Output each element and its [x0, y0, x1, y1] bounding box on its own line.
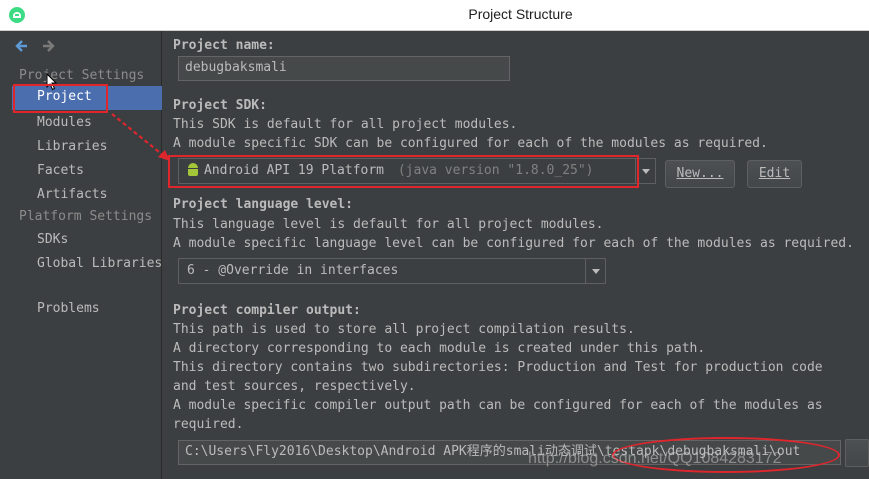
main-panel: Project name: debugbaksmali Project SDK:… [163, 31, 869, 479]
compiler-output-desc-4: and test sources, respectively. [173, 379, 416, 394]
compiler-output-label: Project compiler output: [173, 303, 361, 318]
new-sdk-button[interactable]: New... [665, 160, 735, 188]
sidebar-item-libraries[interactable]: Libraries [37, 139, 107, 154]
sidebar-item-sdks[interactable]: SDKs [37, 232, 68, 247]
language-level-desc-1: This language level is default for all p… [173, 217, 604, 232]
watermark: http://blog.csdn.net/QQ1084283172 [528, 450, 782, 467]
annotation-project-box [13, 84, 108, 113]
project-sdk-label: Project SDK: [173, 98, 267, 113]
language-level-desc-2: A module specific language level can be … [173, 236, 854, 251]
compiler-output-desc-5: A module specific compiler output path c… [173, 398, 823, 413]
compiler-output-desc-6: required. [173, 417, 244, 432]
back-arrow-icon[interactable] [15, 39, 29, 53]
sidebar-item-facets[interactable]: Facets [37, 163, 84, 178]
window-title: Project Structure [468, 6, 573, 22]
sidebar-item-problems[interactable]: Problems [37, 301, 100, 316]
compiler-output-desc-3: This directory contains two subdirectori… [173, 360, 823, 375]
compiler-output-desc-1: This path is used to store all project c… [173, 322, 635, 337]
language-level-select[interactable]: 6 - @Override in interfaces [178, 258, 606, 284]
platform-settings-header: Platform Settings [19, 209, 153, 224]
edit-sdk-button-label: Edit [758, 166, 791, 181]
annotation-arrow [111, 113, 170, 161]
forward-arrow-icon[interactable] [41, 39, 55, 53]
project-settings-header: Project Settings [19, 68, 145, 83]
chevron-down-icon[interactable] [585, 259, 605, 283]
title-bar: Project Structure [0, 0, 869, 31]
sidebar-item-global-libraries[interactable]: Global Libraries [37, 256, 162, 271]
sidebar-item-modules[interactable]: Modules [37, 115, 92, 130]
browse-folder-button[interactable] [845, 439, 869, 467]
compiler-output-desc-2: A directory corresponding to each module… [173, 341, 706, 356]
project-sdk-desc-1: This SDK is default for all project modu… [173, 117, 518, 132]
annotation-sdk-box [168, 155, 639, 188]
project-name-field[interactable]: debugbaksmali [178, 56, 510, 81]
language-level-selected-value: 6 - @Override in interfaces [187, 263, 399, 278]
new-sdk-button-label: New... [676, 166, 724, 181]
sidebar-item-artifacts[interactable]: Artifacts [37, 187, 107, 202]
language-level-label: Project language level: [173, 197, 354, 212]
project-sdk-desc-2: A module specific SDK can be configured … [173, 136, 768, 151]
edit-sdk-button[interactable]: Edit [747, 160, 802, 188]
project-name-label: Project name: [173, 38, 275, 53]
